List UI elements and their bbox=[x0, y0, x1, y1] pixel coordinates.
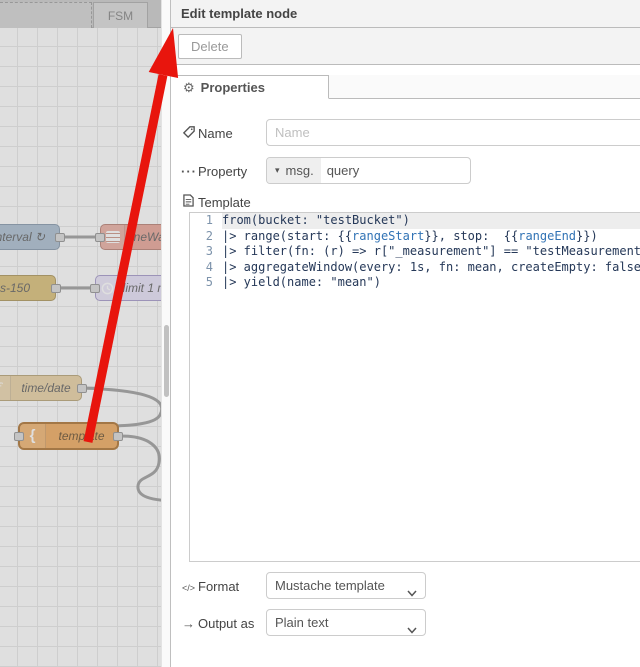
msg-type-selector[interactable]: ▾ msg. bbox=[267, 158, 321, 183]
gear-icon: ⚙ bbox=[183, 80, 195, 95]
format-select[interactable]: Mustache template bbox=[266, 572, 426, 599]
scrollbar-thumb[interactable] bbox=[164, 325, 169, 397]
code-line: 4 |> aggregateWindow(every: 1s, fn: mean,… bbox=[190, 259, 640, 275]
name-input[interactable] bbox=[266, 119, 640, 146]
ellipsis-icon: ··· bbox=[181, 164, 197, 179]
output-as-select[interactable]: Plain text bbox=[266, 609, 426, 636]
dialog-title: Edit template node bbox=[171, 0, 640, 28]
code-line: 3 |> filter(fn: (r) => r["_measurement"] … bbox=[190, 244, 640, 260]
screen: FSM interval ↻ sineWave s-150 limit 1 ms bbox=[0, 0, 640, 667]
chevron-down-icon: ▾ bbox=[275, 165, 280, 175]
flow-canvas[interactable]: FSM interval ↻ sineWave s-150 limit 1 ms bbox=[0, 0, 161, 667]
code-line: 5 |> yield(name: "mean") bbox=[190, 275, 640, 291]
tag-icon bbox=[181, 126, 196, 141]
workspace-scrollbar[interactable] bbox=[161, 0, 170, 667]
template-label: Template bbox=[181, 194, 265, 210]
property-typed-input[interactable]: ▾ msg. query bbox=[266, 157, 471, 184]
dialog-tab-strip: ⚙ Properties bbox=[171, 75, 640, 99]
property-label: ···Property bbox=[181, 164, 248, 179]
dialog-toolbar: Delete bbox=[171, 28, 640, 65]
template-code-editor[interactable]: 1 from(bucket: "testBucket") 2 |> range(sta… bbox=[189, 212, 640, 562]
chevron-down-icon bbox=[407, 617, 417, 642]
code-icon: </> bbox=[181, 583, 195, 593]
arrow-right-icon: → bbox=[182, 616, 195, 631]
code-line: 1 from(bucket: "testBucket") bbox=[190, 213, 640, 229]
file-code-icon bbox=[181, 194, 196, 210]
edit-template-dialog: Edit template node Delete ⚙ Properties Na… bbox=[170, 0, 640, 667]
property-value[interactable]: query bbox=[321, 163, 360, 178]
workspace-dim-overlay bbox=[0, 0, 161, 667]
delete-button[interactable]: Delete bbox=[178, 34, 242, 59]
output-as-label: → Output as bbox=[182, 616, 255, 631]
format-label: </> Format bbox=[181, 579, 240, 594]
tab-properties[interactable]: ⚙ Properties bbox=[171, 75, 329, 99]
chevron-down-icon bbox=[407, 580, 417, 605]
code-line: 2 |> range(start: {{rangeStart}}, stop: {… bbox=[190, 228, 640, 244]
name-label: Name bbox=[181, 126, 265, 141]
